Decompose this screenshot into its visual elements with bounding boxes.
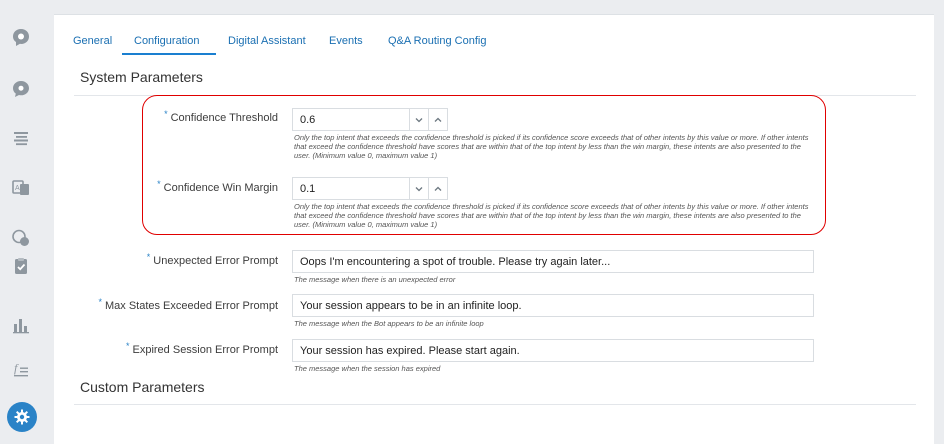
required-marker: * <box>98 297 102 307</box>
confidence-win-margin-label: * Confidence Win Margin <box>157 179 278 194</box>
section-divider <box>74 404 916 405</box>
tab-qna-routing-config[interactable]: Q&A Routing Config <box>388 35 486 47</box>
required-marker: * <box>164 109 168 119</box>
required-marker: * <box>146 252 151 262</box>
increment-button[interactable] <box>429 108 448 131</box>
expired-session-error-prompt-input[interactable]: Your session has expired. Please start a… <box>292 339 814 362</box>
required-marker: * <box>125 341 130 351</box>
gear-icon[interactable] <box>7 402 37 432</box>
bot-icon[interactable] <box>10 27 32 49</box>
confidence-threshold-help: Only the top intent that exceeds the con… <box>294 133 809 160</box>
confidence-threshold-input[interactable]: 0.6 <box>292 108 410 131</box>
max-states-error-prompt-label: * Max States Exceeded Error Prompt <box>98 297 278 312</box>
main-panel: General Configuration Digital Assistant … <box>54 14 934 444</box>
confidence-threshold-label: * Confidence Threshold <box>164 109 278 124</box>
tab-configuration[interactable]: Configuration <box>134 35 199 47</box>
translate-icon[interactable]: A <box>10 177 32 199</box>
max-states-error-prompt-label-text: Max States Exceeded Error Prompt <box>104 300 278 312</box>
confidence-win-margin-input[interactable]: 0.1 <box>292 177 410 200</box>
unexpected-error-prompt-input[interactable]: Oops I'm encountering a spot of trouble.… <box>292 250 814 273</box>
system-parameters-heading: System Parameters <box>80 69 203 85</box>
clipboard-check-icon[interactable] <box>10 255 32 277</box>
tab-events[interactable]: Events <box>329 35 363 47</box>
max-states-error-prompt-help: The message when the Bot appears to be a… <box>294 319 484 328</box>
chevron-up-icon <box>434 186 442 191</box>
confidence-threshold-stepper <box>410 108 448 131</box>
chevron-down-icon <box>415 117 423 122</box>
confidence-win-margin-help: Only the top intent that exceeds the con… <box>294 202 809 229</box>
qna-icon[interactable] <box>10 227 32 249</box>
chevron-up-icon <box>434 117 442 122</box>
required-marker: * <box>157 179 161 189</box>
confidence-win-margin-stepper <box>410 177 448 200</box>
tab-bar: General Configuration Digital Assistant … <box>54 15 934 59</box>
svg-text:A: A <box>15 185 20 192</box>
expired-session-error-prompt-label-text: Expired Session Error Prompt <box>132 344 279 356</box>
custom-parameters-heading: Custom Parameters <box>80 379 205 395</box>
expired-session-error-prompt-help: The message when the session has expired <box>294 364 441 373</box>
confidence-win-margin-label-text: Confidence Win Margin <box>163 182 278 194</box>
tab-general[interactable]: General <box>73 35 112 47</box>
left-sidebar: A f <box>0 0 44 444</box>
tab-digital-assistant[interactable]: Digital Assistant <box>228 35 306 47</box>
unexpected-error-prompt-help: The message when there is an unexpected … <box>294 275 456 284</box>
svg-text:f: f <box>14 361 19 375</box>
chevron-down-icon <box>415 186 423 191</box>
unexpected-error-prompt-label-text: Unexpected Error Prompt <box>153 255 278 267</box>
decrement-button[interactable] <box>410 177 429 200</box>
active-tab-indicator <box>122 53 216 55</box>
expired-session-error-prompt-label: * Expired Session Error Prompt <box>125 341 279 356</box>
section-divider <box>74 95 916 96</box>
function-icon[interactable]: f <box>10 358 32 380</box>
max-states-error-prompt-input[interactable]: Your session appears to be in an infinit… <box>292 294 814 317</box>
unexpected-error-prompt-label: * Unexpected Error Prompt <box>146 252 278 267</box>
increment-button[interactable] <box>429 177 448 200</box>
confidence-threshold-label-text: Confidence Threshold <box>170 112 278 124</box>
decrement-button[interactable] <box>410 108 429 131</box>
list-icon[interactable] <box>10 128 32 150</box>
chat-bubble-icon[interactable] <box>10 78 32 100</box>
bar-chart-icon[interactable] <box>10 314 32 336</box>
